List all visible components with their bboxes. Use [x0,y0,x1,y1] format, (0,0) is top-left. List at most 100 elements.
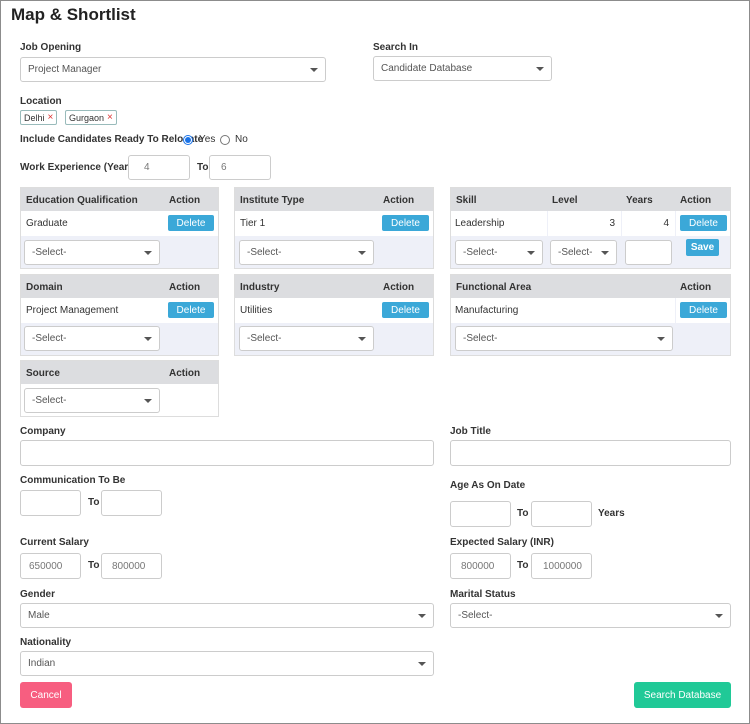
institute-action-label: Action [383,195,415,206]
chevron-down-icon [715,613,723,618]
skill-save-button[interactable]: Save [686,239,719,256]
domain-delete-button[interactable]: Delete [168,302,214,318]
chevron-down-icon [418,661,426,666]
level-header-label: Level [552,195,578,206]
communication-label: Communication To Be [20,475,126,486]
chevron-down-icon [144,250,152,255]
industry-select[interactable]: -Select- [239,326,374,351]
institute-header: Institute Type Action [235,188,433,211]
current-salary-from-input[interactable]: 650000 [20,553,81,579]
education-select[interactable]: -Select- [24,240,160,265]
search-in-value: Candidate Database [381,63,473,74]
skill-delete-button[interactable]: Delete [680,215,727,231]
source-header: Source Action [21,361,218,384]
nationality-select-value: Indian [28,658,56,669]
current-salary-to-input[interactable]: 800000 [101,553,162,579]
communication-to-label: To [88,497,100,508]
company-input[interactable] [20,440,434,466]
industry-delete-button[interactable]: Delete [382,302,429,318]
skill-header-label: Skill [456,195,477,206]
relocate-label: Include Candidates Ready To Relocate [20,134,204,145]
functional-area-delete-button[interactable]: Delete [680,302,727,318]
functional-area-header-label: Functional Area [456,282,532,293]
nationality-select[interactable]: Indian [20,651,434,676]
search-database-button[interactable]: Search Database [634,682,731,708]
communication-from-input[interactable] [20,490,81,516]
source-panel: Source Action -Select- [20,360,219,417]
years-header-label: Years [626,195,653,206]
search-in-label: Search In [373,42,419,53]
education-action-label: Action [169,195,201,206]
industry-panel: Industry Action Utilities Delete -Select… [234,274,434,356]
domain-header-label: Domain [26,282,63,293]
level-select-value: -Select- [558,247,593,258]
expected-salary-label: Expected Salary (INR) [450,537,554,548]
location-tag-label: Delhi [24,112,45,123]
job-opening-label: Job Opening [20,42,82,53]
current-salary-label: Current Salary [20,537,89,548]
age-years-label: Years [598,508,625,519]
cancel-button[interactable]: Cancel [20,682,72,708]
institute-delete-button[interactable]: Delete [382,215,429,231]
location-tag-gurgaon: Gurgaon × [65,110,117,125]
industry-value: Utilities [235,298,377,323]
chevron-down-icon [358,336,366,341]
industry-header: Industry Action [235,275,433,298]
education-select-value: -Select- [32,247,67,258]
institute-select[interactable]: -Select- [239,240,374,265]
relocate-no-radio[interactable] [220,135,230,145]
gender-select[interactable]: Male [20,603,434,628]
skill-panel: Skill Level Years Action Leadership 3 4 … [450,187,731,269]
chevron-down-icon [536,66,544,71]
skill-value: Leadership [451,211,547,236]
location-label: Location [20,96,62,107]
domain-select[interactable]: -Select- [24,326,160,351]
functional-area-panel: Functional Area Action Manufacturing Del… [450,274,731,356]
current-salary-to-label: To [88,560,100,571]
functional-area-select[interactable]: -Select- [455,326,673,351]
page-title: Map & Shortlist [11,5,136,24]
source-select[interactable]: -Select- [24,388,160,413]
source-action-label: Action [169,368,201,379]
relocate-no-label: No [235,134,248,145]
institute-value: Tier 1 [235,211,377,236]
work-experience-from-input[interactable]: 4 [128,155,190,180]
institute-header-label: Institute Type [240,195,305,206]
years-input[interactable] [625,240,672,265]
expected-salary-from-input[interactable]: 800000 [450,553,511,579]
industry-header-label: Industry [240,282,280,293]
expected-salary-to-input[interactable]: 1000000 [531,553,592,579]
relocate-yes-radio[interactable] [183,135,193,145]
industry-action-label: Action [383,282,415,293]
functional-area-header: Functional Area Action [451,275,730,298]
age-label: Age As On Date [450,480,526,491]
age-to-input[interactable] [531,501,592,527]
marital-status-select[interactable]: -Select- [450,603,731,628]
level-select[interactable]: -Select- [550,240,617,265]
chevron-down-icon [418,613,426,618]
expected-salary-to-label: To [517,560,529,571]
marital-status-label: Marital Status [450,589,516,600]
education-value: Graduate [21,211,163,236]
skill-action-label: Action [680,195,712,206]
education-panel: Education Qualification Action Graduate … [20,187,219,269]
work-experience-to-label: To [197,162,209,173]
nationality-label: Nationality [20,637,72,648]
remove-icon[interactable]: × [48,112,54,123]
education-delete-button[interactable]: Delete [168,215,214,231]
skill-header: Skill Level Years Action [451,188,730,211]
remove-icon[interactable]: × [107,112,113,123]
chevron-down-icon [527,250,535,255]
job-title-input[interactable] [450,440,731,466]
domain-action-label: Action [169,282,201,293]
location-tag-delhi: Delhi × [20,110,58,125]
search-in-select[interactable]: Candidate Database [373,56,552,81]
communication-to-input[interactable] [101,490,162,516]
work-experience-to-input[interactable]: 6 [209,155,271,180]
relocate-yes-label: Yes [199,134,216,145]
job-opening-select[interactable]: Project Manager [20,57,326,82]
age-from-input[interactable] [450,501,511,527]
skill-select[interactable]: -Select- [455,240,543,265]
chevron-down-icon [144,398,152,403]
domain-panel: Domain Action Project Management Delete … [20,274,219,356]
